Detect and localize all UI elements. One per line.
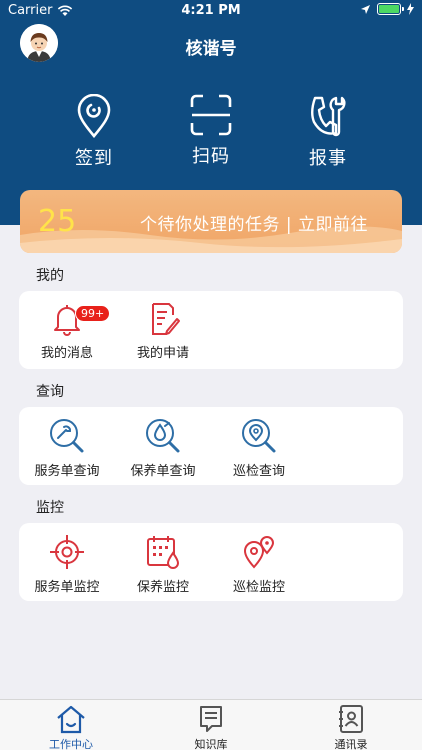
section-title-mine: 我的 bbox=[36, 268, 64, 284]
maintenance-order-query-label: 保养单查询 bbox=[130, 464, 196, 479]
pending-tasks-banner[interactable]: 25 个待你处理的任务 | 立即前往 bbox=[20, 190, 402, 253]
location-checkin-icon bbox=[77, 94, 111, 138]
monitor-card: 服务单监控 保养监控 巡检监控 bbox=[19, 523, 403, 601]
maintenance-order-query-item[interactable]: 保养单查询 bbox=[115, 417, 211, 479]
book-chat-icon bbox=[200, 706, 222, 732]
tab-contacts[interactable]: 通讯录 bbox=[301, 704, 401, 750]
inspection-monitor-label: 巡检监控 bbox=[232, 580, 285, 595]
location-arrow-icon bbox=[361, 4, 370, 14]
tab-work-center[interactable]: 工作中心 bbox=[21, 704, 121, 750]
scan-action[interactable]: 扫码 bbox=[166, 94, 256, 168]
section-title-query: 查询 bbox=[36, 384, 64, 400]
service-order-monitor-item[interactable]: 服务单监控 bbox=[19, 533, 115, 595]
inspection-query-item[interactable]: 巡检查询 bbox=[211, 417, 307, 479]
section-title-monitor: 监控 bbox=[36, 500, 64, 516]
checkin-label: 签到 bbox=[75, 148, 113, 169]
service-search-icon bbox=[50, 419, 84, 453]
maintenance-monitor-label: 保养监控 bbox=[136, 580, 189, 595]
my-messages-label: 我的消息 bbox=[40, 346, 93, 361]
page-title: 核谐号 bbox=[185, 39, 237, 59]
service-order-query-label: 服务单查询 bbox=[34, 464, 100, 479]
tab-knowledge-base[interactable]: 知识库 bbox=[161, 704, 261, 750]
maintenance-monitor-item[interactable]: 保养监控 bbox=[115, 533, 211, 595]
tab-knowledge-base-label: 知识库 bbox=[194, 738, 228, 750]
tab-bar: 工作中心 知识库 通讯录 bbox=[0, 699, 422, 750]
inspection-monitor-item[interactable]: 巡检监控 bbox=[211, 533, 307, 595]
target-icon bbox=[50, 535, 84, 569]
scan-frame-icon bbox=[190, 94, 232, 136]
pending-task-text: 个待你处理的任务 | 立即前往 bbox=[140, 215, 369, 235]
report-action[interactable]: 报事 bbox=[283, 94, 373, 170]
status-right bbox=[360, 3, 414, 15]
pending-task-count: 25 bbox=[38, 204, 77, 239]
status-time: 4:21 PM bbox=[181, 3, 241, 18]
map-pins-icon bbox=[243, 536, 275, 569]
checkin-action[interactable]: 签到 bbox=[49, 94, 139, 170]
query-card: 服务单查询 保养单查询 巡检查询 bbox=[19, 407, 403, 485]
tab-contacts-label: 通讯录 bbox=[334, 738, 368, 750]
battery-icon bbox=[377, 3, 404, 15]
report-label: 报事 bbox=[309, 148, 347, 169]
calendar-drop-icon bbox=[147, 536, 180, 569]
inspection-query-label: 巡检查询 bbox=[232, 464, 285, 479]
contacts-book-icon bbox=[339, 705, 363, 733]
tab-work-center-label: 工作中心 bbox=[49, 738, 93, 750]
status-bar: Carrier 4:21 PM bbox=[0, 0, 422, 22]
mine-card: 99+ 我的消息 我的申请 bbox=[19, 291, 403, 369]
my-messages-item[interactable]: 99+ 我的消息 bbox=[19, 301, 115, 361]
service-order-monitor-label: 服务单监控 bbox=[34, 580, 100, 595]
phone-wrench-icon bbox=[311, 96, 346, 137]
maintenance-search-icon bbox=[146, 419, 180, 453]
message-count-badge: 99+ bbox=[75, 305, 111, 322]
home-icon bbox=[57, 705, 85, 734]
charging-bolt-icon bbox=[407, 3, 414, 15]
inspection-search-icon bbox=[242, 419, 276, 453]
service-order-query-item[interactable]: 服务单查询 bbox=[19, 417, 115, 479]
my-applications-label: 我的申请 bbox=[136, 346, 189, 361]
scan-label: 扫码 bbox=[192, 146, 230, 167]
my-applications-item[interactable]: 我的申请 bbox=[115, 301, 211, 361]
document-edit-icon bbox=[152, 303, 180, 335]
